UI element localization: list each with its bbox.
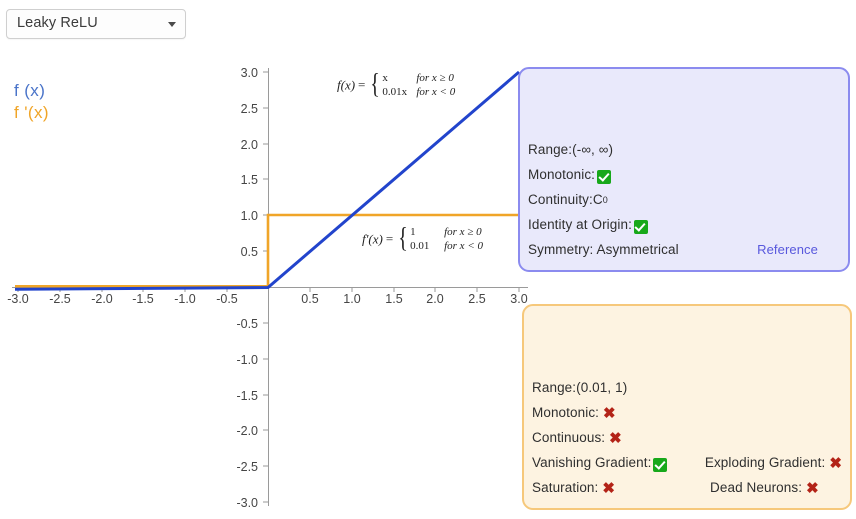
property-label-derivative-continuous: Continuous:: [532, 430, 606, 445]
derivative-properties-panel: Range:(0.01, 1) Monotonic: ✖ Continuous: ✖…: [522, 304, 852, 510]
svg-text:-1.5: -1.5: [236, 389, 258, 403]
property-label-monotonic: Monotonic:: [528, 167, 596, 182]
cross-mark-icon: ✖: [829, 455, 842, 472]
property-label-symmetry: Symmetry: Asymmetrical: [528, 242, 679, 257]
svg-text:-3.0: -3.0: [236, 496, 258, 510]
svg-text:-1.0: -1.0: [236, 353, 258, 367]
cross-mark-icon: ✖: [806, 480, 819, 497]
derivative-formula-lhs: f'(x): [362, 231, 383, 247]
check-mark-icon: [633, 219, 648, 234]
svg-text:2.5: 2.5: [241, 102, 258, 116]
cross-mark-icon: ✖: [609, 430, 622, 447]
property-row-derivative-monotonic: Monotonic: ✖: [532, 400, 842, 425]
function-case-value-1: x: [382, 72, 388, 84]
property-label-derivative-range: Range:(0.01, 1): [532, 380, 628, 395]
cases-brace-icon: {: [370, 67, 381, 100]
svg-text:1.0: 1.0: [343, 292, 360, 306]
function-case-condition-2: for x < 0: [416, 85, 456, 98]
svg-text:3.0: 3.0: [241, 66, 258, 80]
property-label-identity-at-origin: Identity at Origin:: [528, 217, 632, 232]
property-label-continuity: Continuity:C: [528, 192, 603, 207]
property-row-vanishing-gradient: Vanishing Gradient: Exploding Gradient: ✖: [532, 450, 842, 475]
property-label-derivative-monotonic: Monotonic:: [532, 405, 600, 420]
svg-text:-0.5: -0.5: [236, 317, 258, 331]
property-label-saturation: Saturation:: [532, 480, 599, 495]
reference-link[interactable]: Reference: [757, 242, 818, 257]
svg-text:-2.0: -2.0: [91, 292, 113, 306]
svg-text:2.0: 2.0: [241, 138, 258, 152]
property-row-symmetry: Symmetry: Asymmetrical Reference: [528, 237, 840, 262]
property-label-dead-neurons: Dead Neurons:: [710, 480, 803, 495]
function-properties-panel: Range:(-∞, ∞) Monotonic: Continuity:C 0 I…: [518, 67, 850, 272]
svg-text:1.5: 1.5: [241, 173, 258, 187]
svg-text:3.0: 3.0: [510, 292, 527, 306]
svg-text:-3.0: -3.0: [7, 292, 29, 306]
svg-text:-1.5: -1.5: [132, 292, 154, 306]
check-mark-icon: [597, 169, 612, 184]
svg-text:-2.5: -2.5: [49, 292, 71, 306]
function-formula: f(x) ={ x for x ≥ 0 0.01x for x < 0: [337, 67, 456, 100]
derivative-case-value-2: 0.01: [410, 239, 430, 252]
cross-mark-icon: ✖: [603, 405, 616, 422]
function-formula-lhs: f(x): [337, 77, 356, 93]
property-row-range: Range:(-∞, ∞): [528, 137, 840, 162]
function-case-value-2: 0.01x: [382, 85, 408, 98]
property-label-vanishing-gradient: Vanishing Gradient:: [532, 455, 652, 470]
svg-text:-1.0: -1.0: [174, 292, 196, 306]
property-row-continuity: Continuity:C 0: [528, 187, 840, 212]
cross-mark-icon: ✖: [602, 480, 616, 497]
derivative-case-condition-1: for x ≥ 0: [444, 226, 482, 238]
property-label-exploding-gradient: Exploding Gradient:: [704, 455, 826, 470]
property-row-derivative-range: Range:(0.01, 1): [532, 375, 842, 400]
derivative-formula-equals: =: [385, 231, 394, 247]
svg-text:2.5: 2.5: [468, 292, 485, 306]
property-continuity-order: 0: [602, 194, 608, 205]
property-row-saturation: Saturation: ✖ Dead Neurons: ✖: [532, 475, 842, 500]
svg-text:0.5: 0.5: [241, 245, 258, 259]
check-mark-icon: [653, 457, 668, 472]
cases-brace-icon: {: [398, 221, 409, 254]
derivative-case-value-1: 1: [410, 226, 416, 238]
function-case-condition-1: for x ≥ 0: [416, 72, 454, 84]
property-row-monotonic: Monotonic:: [528, 162, 840, 187]
property-row-derivative-continuous: Continuous: ✖: [532, 425, 842, 450]
svg-text:2.0: 2.0: [426, 292, 443, 306]
property-row-identity-at-origin: Identity at Origin:: [528, 212, 840, 237]
function-formula-equals: =: [358, 77, 366, 93]
svg-text:-0.5: -0.5: [216, 292, 238, 306]
svg-text:-2.0: -2.0: [236, 424, 258, 438]
svg-text:1.5: 1.5: [385, 292, 402, 306]
svg-text:0.5: 0.5: [301, 292, 318, 306]
derivative-formula: f'(x) ={ 1 for x ≥ 0 0.01 for x < 0: [362, 221, 483, 254]
derivative-case-condition-2: for x < 0: [444, 239, 483, 252]
svg-text:-2.5: -2.5: [236, 460, 258, 474]
property-label-range: Range:(-∞, ∞): [528, 142, 614, 157]
svg-text:1.0: 1.0: [241, 209, 258, 223]
x-axis-tick-labels: -3.0 -2.5 -2.0 -1.5 -1.0 -0.5 0.5 1.0 1.…: [7, 292, 528, 306]
